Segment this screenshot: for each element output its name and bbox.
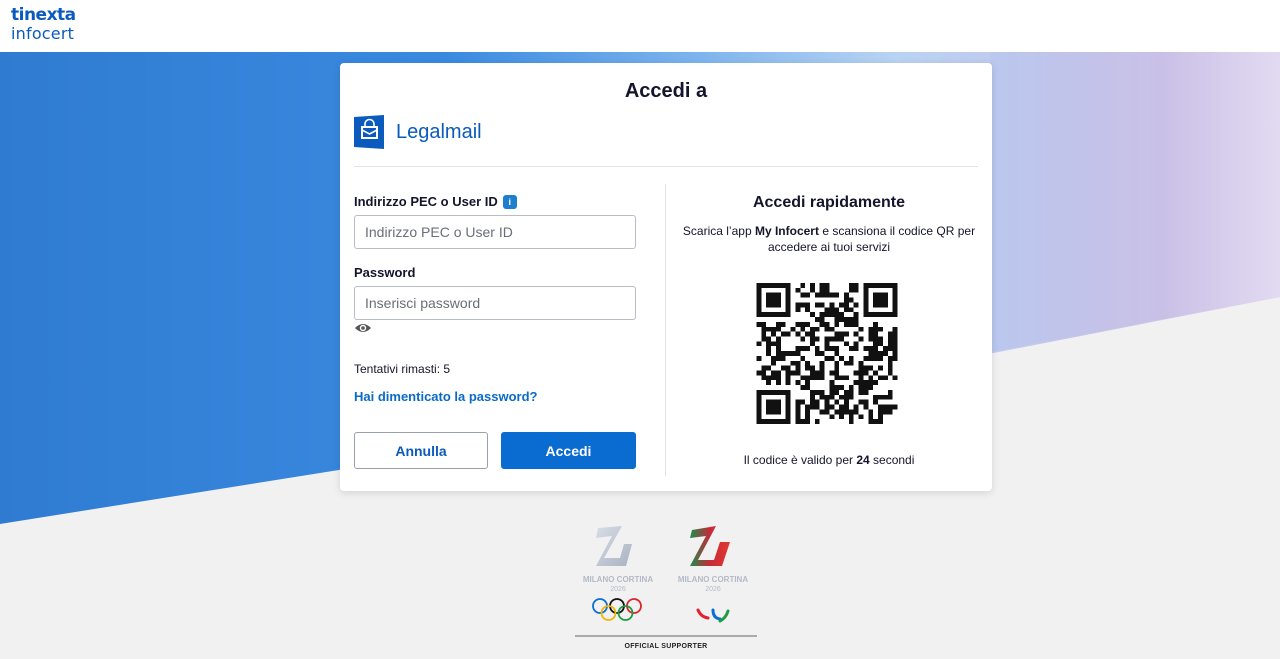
quick-access-title: Accedi rapidamente: [752, 194, 906, 211]
user-id-input[interactable]: [354, 215, 636, 249]
tinexta-logo[interactable]: tinexta: [11, 5, 76, 25]
desc-app-name: My Infocert: [754, 224, 819, 238]
olympics-logo: MILANO CORTINA 2026 MILANO CORTINA 2026: [575, 526, 757, 637]
password-label-text: Password: [354, 265, 416, 280]
mail-box-icon: [354, 115, 384, 149]
service-brand: Legalmail: [354, 115, 482, 149]
brand-name: Legalmail: [396, 120, 482, 143]
info-icon[interactable]: i: [502, 194, 517, 209]
login-card: Accedi a Legalmail Indirizzo PEC o User …: [340, 63, 992, 491]
password-input[interactable]: [354, 286, 636, 320]
login-button[interactable]: Accedi: [501, 432, 636, 469]
quick-access-description: Scarica l’app My Infocert e scansiona il…: [676, 223, 982, 255]
paralympic-agitos-icon: [696, 608, 730, 623]
desc-prefix: Scarica l’app: [682, 224, 755, 238]
password-label: Password: [354, 265, 415, 280]
eye-icon[interactable]: [354, 321, 372, 335]
olympic-rings-icon: [592, 598, 642, 621]
cancel-button[interactable]: Annulla: [354, 432, 488, 469]
validity-prefix: Il codice è valido per: [743, 453, 857, 467]
validity-seconds: 24: [856, 453, 870, 467]
official-supporter-text: OFFICIAL SUPPORTER: [624, 643, 708, 650]
games-text-2: MILANO CORTINA: [678, 575, 748, 584]
user-id-label-text: Indirizzo PEC o User ID: [354, 194, 498, 209]
validity-suffix: secondi: [869, 453, 915, 467]
infocert-logo[interactable]: infocert: [11, 24, 74, 43]
top-bar: tinexta infocert: [0, 0, 1280, 52]
card-title: Accedi a: [624, 80, 708, 102]
user-id-label: Indirizzo PEC o User ID i: [354, 194, 517, 209]
attempts-remaining: Tentativi rimasti: 5: [354, 362, 451, 376]
qr-validity: Il codice è valido per 24 secondi: [666, 453, 992, 467]
games-year-1: 2026: [610, 586, 626, 593]
column-divider: [665, 184, 666, 476]
qr-code: [756, 283, 898, 424]
forgot-password-link[interactable]: Hai dimenticato la password?: [354, 389, 538, 404]
games-text-1: MILANO CORTINA: [583, 575, 653, 584]
games-year-2: 2026: [705, 586, 721, 593]
header-divider: [354, 166, 978, 167]
